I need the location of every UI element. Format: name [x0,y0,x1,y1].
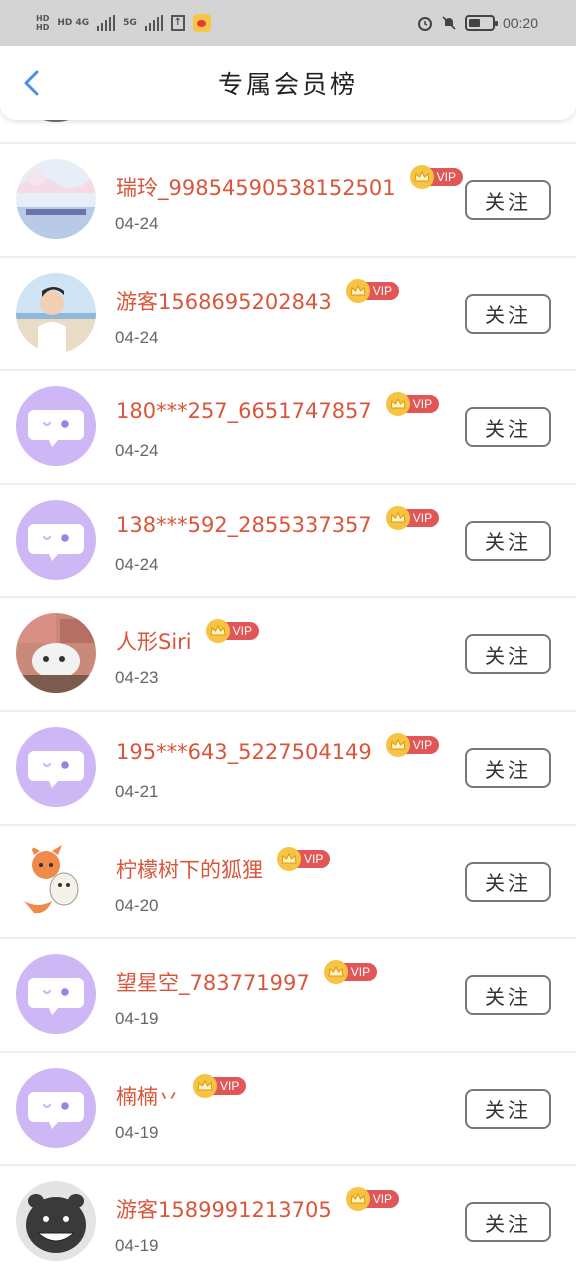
list-item[interactable]: 游客1568695202843 04-24 VIP 关注 [0,255,576,369]
follow-button[interactable]: 关注 [465,1202,551,1243]
signal-strength-icon-2 [144,15,163,31]
crown-icon [385,733,410,757]
avatar[interactable] [16,386,96,467]
crown-icon [345,1187,370,1212]
crown-icon [205,619,230,644]
battery-icon [464,15,498,31]
crown-icon [385,392,410,417]
member-name[interactable]: 楠楠丷 [116,1081,179,1111]
follow-button[interactable]: 关注 [465,520,551,561]
member-name[interactable]: 人形Siri [116,626,192,656]
mute-bell-icon [442,16,456,30]
member-date: 04-19 [115,1122,159,1142]
crown-icon [345,278,370,303]
avatar[interactable] [16,159,96,239]
member-date: 04-24 [115,441,159,461]
vip-badge: VIP [385,392,440,417]
member-date: 04-19 [115,1009,159,1029]
crown-icon [193,1073,217,1098]
crown-icon [385,505,410,530]
signal-strength-icon [97,15,116,31]
follow-button[interactable]: 关注 [465,293,551,334]
follow-button[interactable]: 关注 [465,180,551,220]
follow-button[interactable]: 关注 [465,861,551,902]
back-chevron-icon[interactable] [18,68,48,98]
list-item[interactable]: 人形Siri 04-23 VIP 关注 [0,596,576,710]
vip-badge: VIP [385,733,440,757]
page-title: 专属会员榜 [217,70,358,99]
vip-badge: VIP [385,505,440,530]
member-name[interactable]: 195***643_5227504149 [116,740,372,764]
avatar[interactable] [16,1067,96,1148]
vip-badge: VIP [323,960,378,985]
crown-icon [277,846,301,871]
status-bar-left: HD HD HD 4G 5G ↑ [36,14,211,32]
vip-badge: VIP [193,1073,247,1098]
avatar[interactable] [16,272,96,353]
avatar[interactable] [16,954,96,1035]
member-date: 04-19 [115,1236,159,1256]
member-date: 04-24 [115,214,159,233]
list-item[interactable]: 195***643_5227504149 04-21 VIP 关注 [0,710,576,823]
network-type-label: HD 4G [57,17,90,28]
member-name[interactable]: 180***257_6651747857 [116,399,372,423]
list-item[interactable]: 楠楠丷 04-19 VIP 关注 [0,1050,576,1164]
member-name[interactable]: 游客1568695202843 [116,286,332,316]
follow-button[interactable]: 关注 [465,975,551,1016]
member-date: 04-23 [115,668,159,688]
avatar[interactable] [16,1181,96,1262]
list-item[interactable]: 138***592_2855337357 04-24 VIP 关注 [0,482,576,596]
avatar[interactable] [16,840,96,921]
member-date: 04-20 [115,895,159,915]
avatar[interactable] [16,499,96,580]
vip-badge: VIP [345,278,400,303]
avatar[interactable] [16,613,96,694]
alarm-icon [417,17,432,31]
list-item[interactable]: 游客1589991213705 04-19 VIP 关注 [0,1164,576,1278]
list-item[interactable]: 瑞玲_99854590538152501 04-24 VIP 关注 [0,142,576,255]
vip-badge: VIP [409,165,463,189]
status-time: 00:20 [502,15,538,31]
follow-button[interactable]: 关注 [465,407,551,448]
member-date: 04-24 [115,327,159,347]
list-item[interactable]: 柠檬树下的狐狸 04-20 VIP 关注 [0,823,576,937]
status-bar-right: 00:20 [417,15,538,31]
follow-button[interactable]: 关注 [465,634,551,675]
member-name[interactable]: 138***592_2855337357 [116,513,372,537]
status-bar: HD HD HD 4G 5G ↑ 00:20 [0,0,576,46]
crown-icon [409,165,434,189]
member-name[interactable]: 柠檬树下的狐狸 [116,854,263,884]
list-item[interactable]: 望星空_783771997 04-19 VIP 关注 [0,937,576,1051]
network-indicator: HD HD [36,14,50,32]
list-item[interactable]: 180***257_6651747857 04-24 VIP 关注 [0,369,576,483]
vip-badge: VIP [345,1187,400,1212]
member-date: 04-24 [115,554,159,574]
member-name[interactable]: 游客1589991213705 [116,1194,332,1224]
crown-icon [323,960,348,985]
follow-button[interactable]: 关注 [465,1088,551,1129]
upload-icon: ↑ [170,15,185,31]
top-nav-bar: 专属会员榜 [0,46,576,120]
member-name[interactable]: 瑞玲_99854590538152501 [116,172,396,202]
weibo-icon [192,14,211,32]
vip-badge: VIP [205,619,259,644]
avatar[interactable] [16,727,96,807]
vip-badge: VIP [277,846,331,871]
member-date: 04-21 [115,782,159,801]
member-name[interactable]: 望星空_783771997 [116,967,310,997]
follow-button[interactable]: 关注 [465,748,551,788]
network-type-label-2: 5G [123,17,137,28]
